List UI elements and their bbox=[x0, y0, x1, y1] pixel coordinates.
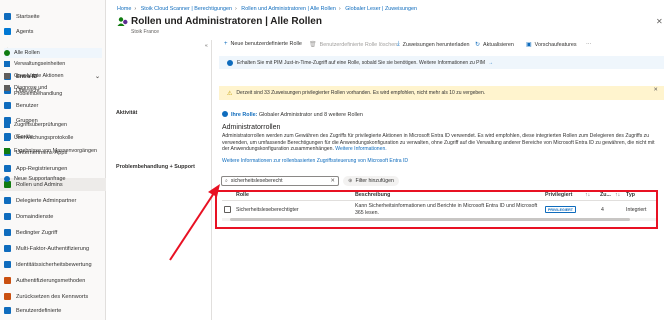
arrow-right-icon[interactable]: → bbox=[488, 60, 493, 66]
conditional-access-icon bbox=[4, 229, 11, 236]
roles-icon bbox=[4, 181, 11, 188]
sidebar-item-bedingter-zugriff[interactable]: Bedingter Zugriff bbox=[0, 226, 106, 239]
subnav-item-protected-actions[interactable]: Geschützte Aktionen bbox=[4, 73, 102, 79]
learn-more-link[interactable]: Weitere Informationen. bbox=[335, 146, 386, 152]
new-custom-role-button[interactable]: + Neue benutzerdefinierte Rolle bbox=[224, 41, 302, 47]
activity-header: Aktivität bbox=[116, 110, 138, 116]
breadcrumb-scanner[interactable]: Stoik Cloud Scanner | Berechtigungen bbox=[141, 6, 232, 12]
domain-icon bbox=[4, 213, 11, 220]
secure-score-icon bbox=[4, 261, 11, 268]
agents-icon bbox=[4, 28, 11, 35]
breadcrumb-global-reader[interactable]: Globaler Leser | Zuweisungen bbox=[345, 6, 417, 12]
refresh-icon: ↻ bbox=[475, 42, 481, 48]
admin-units-icon bbox=[4, 61, 10, 67]
close-icon[interactable]: ✕ bbox=[656, 17, 663, 26]
close-icon[interactable]: ✕ bbox=[653, 87, 658, 93]
app-registration-icon bbox=[4, 165, 11, 172]
collapse-icon[interactable]: « bbox=[205, 43, 208, 49]
subnav-item-access-reviews[interactable]: Zugriffsüberprüfungen bbox=[4, 122, 102, 128]
home-icon bbox=[4, 13, 11, 20]
sidebar-item-identitätssicherheitsbewertung[interactable]: Identitätssicherheitsbewertung bbox=[0, 258, 106, 271]
your-role-label[interactable]: Ihre Rolle: bbox=[231, 112, 257, 118]
clear-icon[interactable]: ✕ bbox=[330, 178, 335, 184]
partner-icon bbox=[4, 197, 11, 204]
sidebar-item-app-registrierungen[interactable]: App-Registrierungen bbox=[0, 162, 106, 175]
info-icon bbox=[227, 59, 233, 66]
preview-features-button[interactable]: ▣ Vorschaufeatures bbox=[526, 41, 577, 49]
section-title: Administratorrollen bbox=[222, 124, 281, 131]
highlight-box bbox=[215, 190, 658, 229]
sidebar-item-multi-faktor-authentifizierung[interactable]: Multi-Faktor-Authentifizierung bbox=[0, 242, 106, 255]
subnav-item-all-roles[interactable]: Alle Rollen bbox=[4, 48, 102, 58]
sidebar-item-agents[interactable]: Agents bbox=[0, 25, 106, 38]
key-icon bbox=[4, 277, 11, 284]
red-arrow bbox=[169, 184, 220, 261]
refresh-button[interactable]: ↻ Aktualisieren bbox=[475, 41, 514, 49]
more-options-button[interactable]: ··· bbox=[586, 41, 591, 47]
add-filter-button[interactable]: ⊕ Filter hinzufügen bbox=[343, 176, 399, 186]
sidebar-item-benutzer[interactable]: Benutzer bbox=[0, 99, 106, 112]
sidebar-item-benutzerdefinierte[interactable]: Benutzerdefinierte bbox=[0, 304, 106, 317]
your-role: Ihre Rolle: Globaler Administrator und 8… bbox=[222, 111, 363, 118]
sidebar-item-delegierte-adminpartner[interactable]: Delegierte Adminpartner bbox=[0, 194, 106, 207]
pim-info-text[interactable]: Erhalten Sie mit PIM Just-in-Time-Zugrif… bbox=[237, 60, 485, 66]
your-role-value: Globaler Administrator und 8 weitere Rol… bbox=[258, 112, 363, 118]
sidebar-item-zurücksetzen-des-kennworts[interactable]: Zurücksetzen des Kennworts bbox=[0, 290, 106, 303]
section-description: Administratorrollen werden zum Gewähren … bbox=[222, 133, 655, 153]
sidebar-item-authentifizierungsmethoden[interactable]: Authentifizierungsmethoden bbox=[0, 274, 106, 287]
subnav-item-diagnose[interactable]: Diagnose und Problembehandlung bbox=[4, 85, 102, 98]
pim-info-banner: Erhalten Sie mit PIM Just-in-Time-Zugrif… bbox=[219, 56, 664, 69]
download-icon: ⤓ bbox=[397, 41, 400, 47]
sidebar-item-startseite[interactable]: Startseite bbox=[0, 10, 106, 23]
mfa-icon bbox=[4, 245, 11, 252]
user-icon bbox=[4, 102, 11, 109]
warning-text: Derzeit sind 33 Zuweisungen privilegiert… bbox=[236, 90, 486, 96]
page-subtitle: Stoik France bbox=[131, 29, 160, 35]
subnav-item-support-request[interactable]: Neue Supportanfrage bbox=[4, 176, 102, 182]
subnav-item-bulk-results[interactable]: Ergebnisse von Massenvorgängen bbox=[4, 148, 102, 154]
plus-icon: + bbox=[224, 41, 228, 47]
filter-icon: ⊕ bbox=[348, 178, 353, 184]
password-icon bbox=[4, 293, 11, 300]
sidebar-item-domaindienste[interactable]: Domaindienste bbox=[0, 210, 106, 223]
person-support-icon bbox=[4, 176, 10, 182]
access-review-icon bbox=[4, 122, 10, 128]
info-icon bbox=[222, 111, 228, 117]
custom-icon bbox=[4, 307, 11, 314]
warning-banner: ⚠ Derzeit sind 33 Zuweisungen privilegie… bbox=[219, 86, 664, 100]
bulk-results-icon bbox=[4, 148, 10, 154]
subnav-item-admin-units[interactable]: Verwaltungseinheiten bbox=[4, 61, 102, 67]
preview-icon: ▣ bbox=[526, 42, 532, 48]
search-input[interactable]: ⌕ sicherheitsleseberecht ✕ bbox=[221, 176, 339, 186]
protected-actions-icon bbox=[4, 73, 10, 79]
subnav-item-audit-logs[interactable]: Überwachungsprotokolle bbox=[4, 135, 102, 141]
warning-icon: ⚠ bbox=[227, 90, 233, 97]
roles-icon bbox=[4, 50, 10, 56]
audit-log-icon bbox=[4, 135, 10, 141]
roles-admin-icon bbox=[117, 17, 128, 26]
breadcrumb: Home › Stoik Cloud Scanner | Berechtigung… bbox=[117, 6, 418, 12]
breadcrumb-home[interactable]: Home bbox=[117, 6, 131, 12]
rbac-info-link[interactable]: Weitere Informationen zur rollenbasierte… bbox=[222, 158, 408, 164]
trash-icon: 🗑 bbox=[309, 42, 317, 48]
support-header: Problembehandlung + Support bbox=[116, 164, 195, 170]
delete-custom-role-button[interactable]: 🗑 Benutzerdefinierte Rolle löschen bbox=[309, 41, 397, 49]
download-assignments-button[interactable]: ⤓ Zuweisungen herunterladen bbox=[397, 41, 470, 48]
breadcrumb-roles[interactable]: Rollen und Administratoren | Alle Rollen bbox=[241, 6, 336, 12]
wrench-icon bbox=[4, 85, 10, 91]
page-title: Rollen und Administratoren | Alle Rollen bbox=[131, 16, 322, 27]
